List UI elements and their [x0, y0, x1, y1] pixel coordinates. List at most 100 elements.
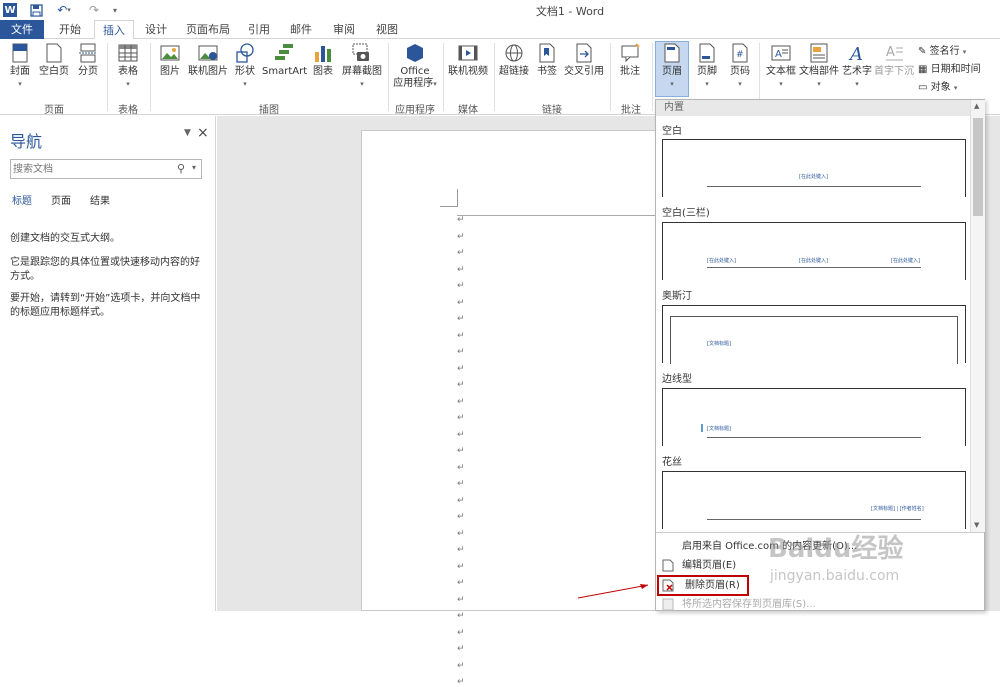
- signature-line-button[interactable]: ✎ 签名行 ▾: [918, 43, 981, 61]
- group-label-media: 媒体: [458, 105, 478, 116]
- page-number-button[interactable]: # 页码 ▾: [725, 42, 755, 90]
- picture-button[interactable]: 图片: [156, 42, 184, 78]
- ribbon-separator: [610, 43, 611, 111]
- chart-icon: [315, 46, 331, 62]
- table-button[interactable]: 表格 ▾: [112, 42, 144, 90]
- smartart-button[interactable]: SmartArt: [262, 42, 307, 78]
- tab-insert[interactable]: 插入: [94, 20, 134, 40]
- gallery-section-header: 内置: [656, 100, 970, 116]
- paragraph-mark: ↵: [457, 429, 465, 440]
- gallery-thumb-blank[interactable]: [在此处键入]: [662, 139, 966, 197]
- search-icon[interactable]: ⚲: [177, 162, 185, 175]
- footer-icon: [699, 43, 715, 63]
- textbox-button[interactable]: A 文本框 ▾: [763, 42, 799, 90]
- group-label-tables: 表格: [118, 105, 138, 116]
- svg-text:#: #: [736, 50, 744, 60]
- tab-home[interactable]: 开始: [52, 20, 88, 39]
- svg-text:A: A: [848, 44, 863, 64]
- paragraph-mark: ↵: [457, 347, 465, 357]
- scroll-down-icon[interactable]: ▼: [974, 521, 979, 529]
- header-button[interactable]: 页眉 ▾: [655, 41, 689, 97]
- menu-save-selection[interactable]: 将所选内容保存到页眉库(S)...: [656, 595, 984, 614]
- calendar-icon: ▦: [918, 64, 928, 75]
- ribbon-separator: [494, 43, 495, 111]
- screenshot-button[interactable]: 屏幕截图 ▾: [340, 42, 384, 90]
- remove-header-icon: [662, 579, 674, 592]
- group-label-illustrations: 插图: [259, 105, 279, 116]
- bookmark-button[interactable]: 书签: [534, 42, 560, 78]
- page-break-button[interactable]: 分页: [74, 42, 102, 78]
- bookmark-icon: [539, 43, 555, 63]
- wordart-button[interactable]: A 艺术字 ▾: [840, 42, 874, 90]
- title-bar: W ↶ ▾ ↷ ▾ 文档1 - Word: [0, 0, 1000, 20]
- tab-layout[interactable]: 页面布局: [180, 20, 236, 39]
- footer-button[interactable]: 页脚 ▾: [692, 42, 722, 90]
- gallery-thumb-blank-three[interactable]: [在此处键入] [在此处键入] [在此处键入]: [662, 222, 966, 280]
- chevron-down-icon[interactable]: ▾: [192, 163, 196, 172]
- shapes-icon: [236, 43, 254, 63]
- paragraph-mark: ↵: [457, 297, 465, 308]
- cross-reference-button[interactable]: 交叉引用: [562, 42, 606, 78]
- paragraph-mark: ↵: [457, 396, 465, 407]
- watermark-logo: Baidu经验: [768, 534, 904, 564]
- paragraph-mark: ↵: [457, 248, 465, 258]
- close-icon[interactable]: ×: [197, 125, 209, 141]
- gallery-scrollbar[interactable]: ▲ ▼: [970, 100, 985, 532]
- nav-tab-headings[interactable]: 标题: [12, 192, 32, 207]
- menu-remove-header[interactable]: 删除页眉(R): [657, 575, 749, 596]
- nav-options-icon[interactable]: ▼: [184, 128, 191, 138]
- page-break-icon: [79, 43, 97, 63]
- paragraph-mark: ↵: [457, 363, 465, 374]
- paragraph-mark: ↵: [457, 594, 465, 605]
- scroll-thumb[interactable]: [973, 118, 983, 216]
- tab-file[interactable]: 文件: [0, 20, 44, 39]
- hyperlink-button[interactable]: 超链接: [498, 42, 530, 78]
- tab-view[interactable]: 视图: [370, 20, 404, 39]
- object-button[interactable]: ▭ 对象 ▾: [918, 79, 981, 97]
- comment-button[interactable]: 批注: [614, 42, 646, 78]
- paragraph-mark: ↵: [457, 644, 465, 654]
- quick-parts-button[interactable]: 文档部件 ▾: [799, 42, 839, 90]
- tab-design[interactable]: 设计: [138, 20, 174, 39]
- nav-tab-pages[interactable]: 页面: [51, 192, 71, 207]
- save-selection-icon: [662, 598, 674, 611]
- margin-corner-mark: [440, 189, 458, 207]
- scroll-up-icon[interactable]: ▲: [974, 102, 979, 110]
- tab-references[interactable]: 引用: [242, 20, 276, 39]
- online-video-button[interactable]: 联机视频: [446, 42, 490, 78]
- drop-cap-icon: A: [886, 45, 903, 61]
- shapes-button[interactable]: 形状 ▾: [232, 42, 258, 90]
- svg-text:A: A: [775, 49, 782, 60]
- blank-page-button[interactable]: 空白页: [36, 42, 72, 78]
- gallery-thumb-austin[interactable]: [文档标题]: [662, 305, 966, 364]
- blank-page-icon: [46, 43, 62, 63]
- paragraph-mark: ↵: [457, 528, 465, 539]
- tab-review[interactable]: 审阅: [326, 20, 362, 39]
- office-apps-button[interactable]: Office 应用程序▾: [392, 42, 438, 90]
- paragraph-mark: ↵: [457, 495, 465, 506]
- group-label-apps: 应用程序: [395, 105, 435, 116]
- cross-reference-icon: [576, 43, 592, 63]
- paragraph-mark: ↵: [457, 479, 465, 489]
- object-icon: ▭: [918, 82, 928, 93]
- page-number-icon: #: [732, 43, 748, 63]
- wordart-icon: A: [848, 44, 863, 64]
- gallery-item-label: 空白: [662, 126, 682, 137]
- date-time-button[interactable]: ▦ 日期和时间: [918, 61, 981, 79]
- nav-title: 导航: [10, 132, 43, 151]
- header-icon: [664, 43, 680, 63]
- table-icon: [118, 44, 138, 62]
- drop-cap-button[interactable]: A 首字下沉: [874, 42, 914, 78]
- nav-tab-results[interactable]: 结果: [90, 192, 110, 207]
- chart-button[interactable]: 图表: [310, 42, 336, 78]
- tab-mailings[interactable]: 邮件: [284, 20, 318, 39]
- paragraph-mark: ↵: [457, 462, 465, 473]
- gallery-thumb-filigree[interactable]: [文档标题] | [作者姓名]: [662, 471, 966, 529]
- cover-page-icon: [12, 43, 28, 63]
- gallery-item-label: 边线型: [662, 374, 692, 385]
- gallery-thumb-sideline[interactable]: [文档标题]: [662, 388, 966, 446]
- search-input[interactable]: [13, 161, 173, 177]
- nav-text-1: 创建文档的交互式大纲。: [10, 233, 120, 244]
- online-picture-button[interactable]: 联机图片: [186, 42, 230, 78]
- cover-button[interactable]: 封面 ▾: [4, 42, 36, 90]
